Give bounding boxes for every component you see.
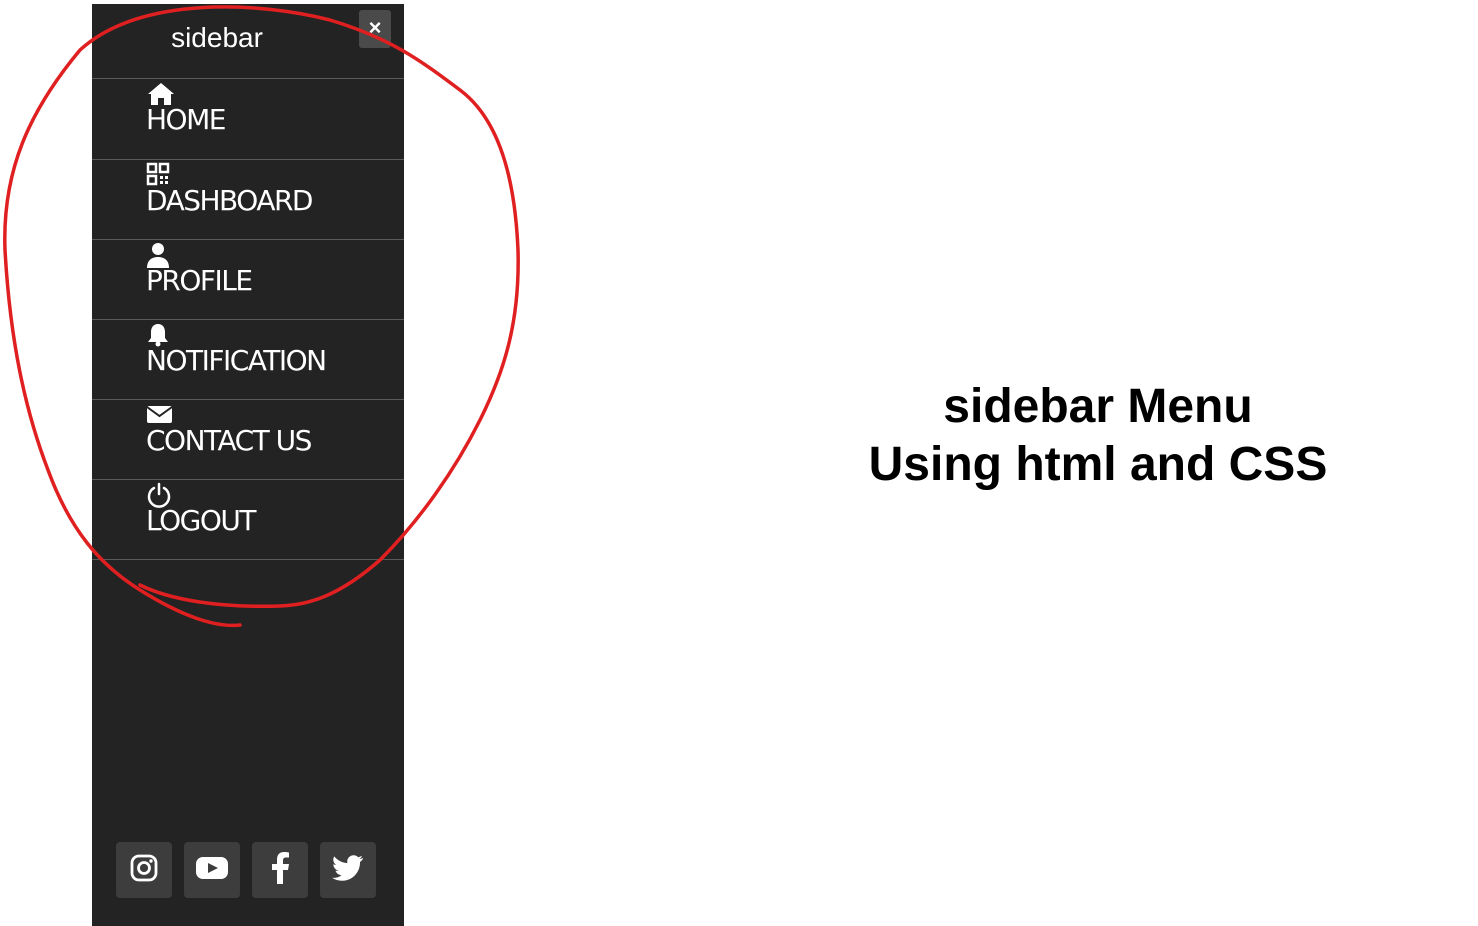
sidebar-item-label: LOGOUT (146, 504, 256, 537)
sidebar-item-logout[interactable]: LOGOUT (92, 480, 404, 560)
instagram-icon (129, 853, 159, 888)
close-button[interactable]: × (359, 10, 391, 48)
hero-heading: sidebar Menu Using html and CSS (800, 378, 1396, 494)
youtube-icon (195, 855, 229, 886)
instagram-button[interactable] (116, 842, 172, 898)
page: sidebar × HOME DASHBOARD PROFILE NOTIFIC… (0, 0, 1478, 926)
sidebar-item-label: PROFILE (146, 264, 253, 297)
hero-line-1: sidebar Menu (943, 380, 1253, 433)
hero-line-2: Using html and CSS (868, 438, 1328, 491)
sidebar-item-dashboard[interactable]: DASHBOARD (92, 160, 404, 240)
sidebar: sidebar × HOME DASHBOARD PROFILE NOTIFIC… (92, 4, 404, 926)
sidebar-header: sidebar × (92, 4, 404, 79)
twitter-button[interactable] (320, 842, 376, 898)
sidebar-item-notification[interactable]: NOTIFICATION (92, 320, 404, 400)
sidebar-item-profile[interactable]: PROFILE (92, 240, 404, 320)
sidebar-item-home[interactable]: HOME (92, 79, 404, 160)
youtube-button[interactable] (184, 842, 240, 898)
sidebar-menu: HOME DASHBOARD PROFILE NOTIFICATION CONT… (92, 79, 404, 560)
facebook-button[interactable] (252, 842, 308, 898)
sidebar-item-label: DASHBOARD (146, 184, 313, 217)
sidebar-item-contact-us[interactable]: CONTACT US (92, 400, 404, 480)
sidebar-item-label: HOME (146, 103, 226, 136)
sidebar-title: sidebar (171, 22, 263, 53)
twitter-icon (332, 854, 364, 887)
sidebar-item-label: NOTIFICATION (146, 344, 327, 377)
sidebar-item-label: CONTACT US (146, 424, 312, 457)
facebook-icon (270, 851, 290, 889)
social-links (116, 842, 376, 898)
